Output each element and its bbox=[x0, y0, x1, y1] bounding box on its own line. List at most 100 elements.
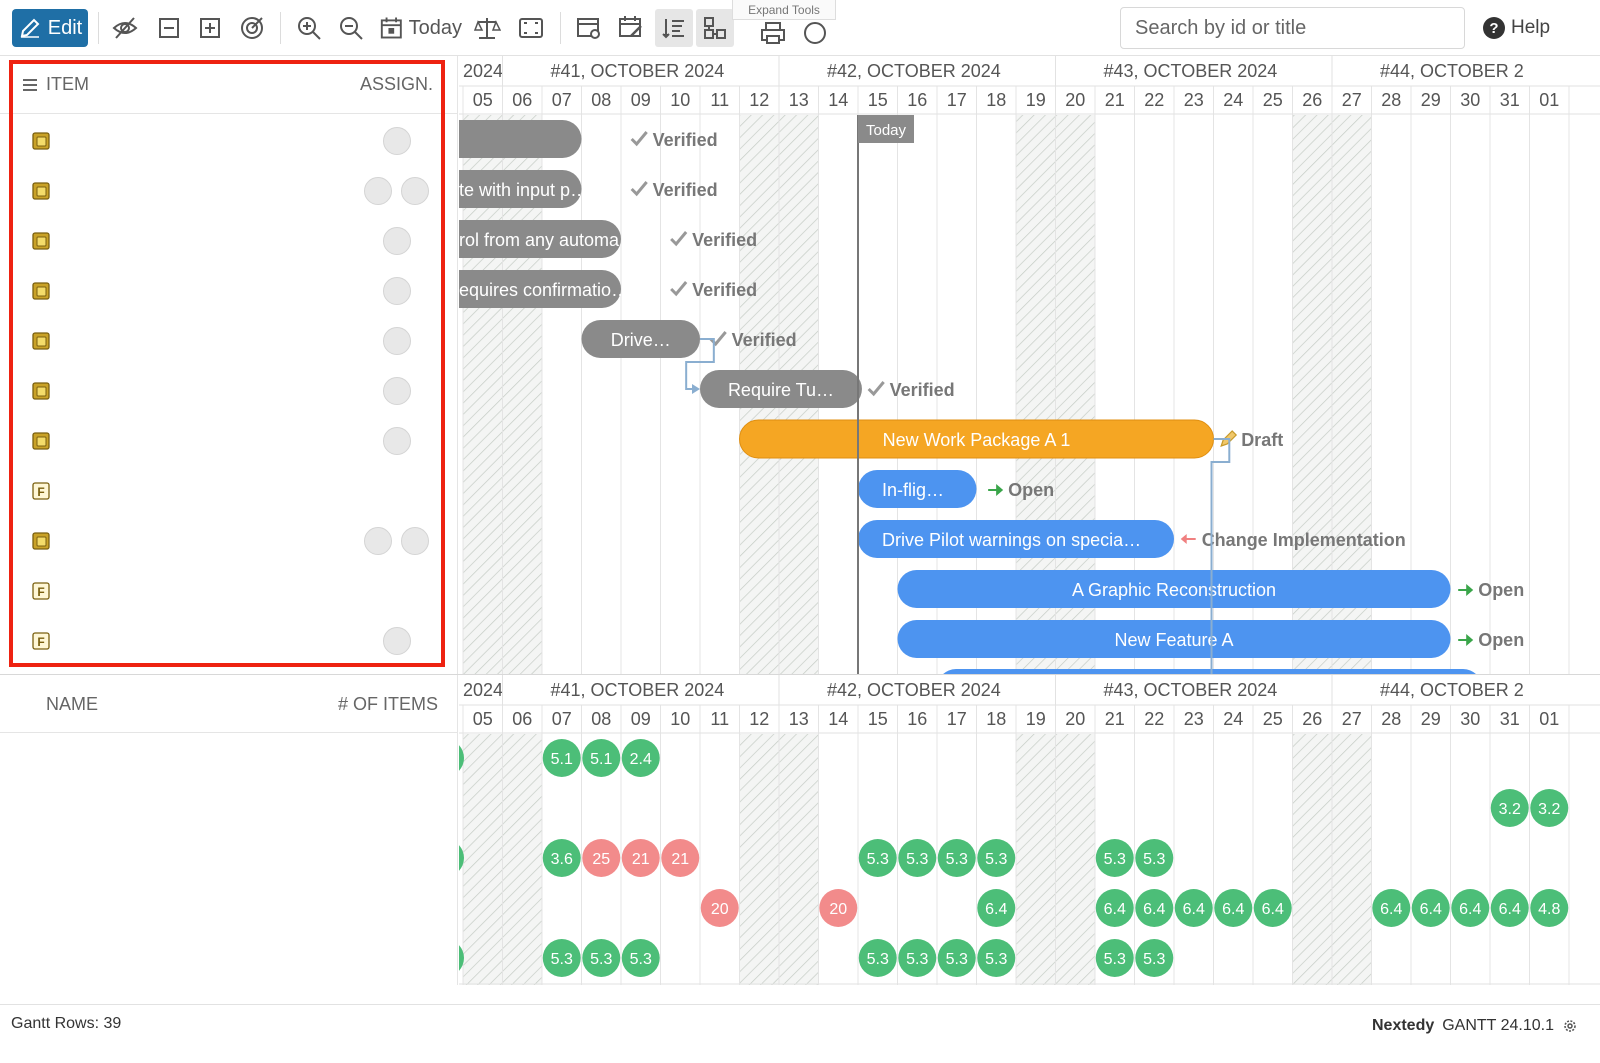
load-bubble[interactable]: 2.4 bbox=[621, 739, 660, 777]
zoom-in-button[interactable] bbox=[292, 9, 326, 47]
item-row[interactable] bbox=[0, 315, 458, 365]
name-column-header[interactable]: NAME bbox=[46, 694, 98, 715]
fit-screen-button[interactable] bbox=[514, 9, 548, 47]
load-bubble[interactable]: 5.3 bbox=[1135, 839, 1174, 877]
resource-row[interactable] bbox=[0, 785, 458, 835]
expand-all-button[interactable] bbox=[193, 9, 227, 47]
load-bubble[interactable]: 5.3 bbox=[977, 939, 1016, 977]
load-bubble[interactable]: 5.3 bbox=[898, 839, 937, 877]
load-bubble[interactable]: 5.1 bbox=[542, 739, 581, 777]
load-bubble[interactable]: 6.4 bbox=[1253, 889, 1292, 927]
assignee-avatar[interactable] bbox=[383, 277, 411, 305]
load-bubble[interactable]: 5.3 bbox=[1095, 939, 1134, 977]
hide-button[interactable] bbox=[108, 9, 142, 47]
gantt-bar[interactable]: Require Tu… bbox=[700, 370, 862, 408]
help-button[interactable]: ? Help bbox=[1483, 13, 1550, 43]
zoom-out-button[interactable] bbox=[334, 9, 368, 47]
gantt-bar[interactable]: In-flig… bbox=[858, 470, 977, 508]
assignee-avatar[interactable] bbox=[383, 327, 411, 355]
load-bubble[interactable]: 5.3 bbox=[542, 939, 581, 977]
item-row[interactable] bbox=[0, 265, 458, 315]
resource-row[interactable] bbox=[0, 735, 458, 785]
item-row[interactable] bbox=[0, 515, 458, 565]
load-bubble[interactable]: 21 bbox=[661, 839, 700, 877]
item-row[interactable] bbox=[0, 115, 458, 165]
gantt-bar-shape[interactable] bbox=[459, 120, 582, 158]
item-row[interactable]: F bbox=[0, 565, 458, 615]
collapse-all-button[interactable] bbox=[152, 9, 186, 47]
dependencies-button[interactable] bbox=[696, 9, 734, 47]
load-bubble[interactable]: 5.1 bbox=[582, 739, 621, 777]
gantt-bar[interactable]: rol from any automa… bbox=[459, 220, 637, 258]
load-bubble[interactable]: 5.3 bbox=[1095, 839, 1134, 877]
load-bubble[interactable]: 5.3 bbox=[858, 939, 897, 977]
item-row[interactable] bbox=[0, 365, 458, 415]
load-bubble[interactable]: 3.2 bbox=[1530, 789, 1569, 827]
gear-icon[interactable] bbox=[1562, 1018, 1578, 1034]
item-count-column-header[interactable]: # OF ITEMS bbox=[338, 694, 438, 715]
sort-button[interactable] bbox=[655, 9, 693, 47]
balance-button[interactable] bbox=[470, 9, 504, 47]
gantt-bar[interactable] bbox=[459, 120, 582, 158]
today-button[interactable]: Today bbox=[378, 9, 462, 47]
assign-column-header[interactable]: ASSIGN. bbox=[360, 74, 433, 95]
load-bubble[interactable]: 5.3 bbox=[898, 939, 937, 977]
edit-calendar-button[interactable] bbox=[614, 9, 648, 47]
item-row[interactable] bbox=[0, 415, 458, 465]
load-bubble[interactable]: 6.4 bbox=[1372, 889, 1411, 927]
print-button[interactable] bbox=[756, 14, 790, 52]
assignee-avatar[interactable] bbox=[383, 127, 411, 155]
load-bubble[interactable]: 6.4 bbox=[1490, 889, 1529, 927]
load-bubble[interactable]: 4.8 bbox=[1530, 889, 1569, 927]
load-bubble[interactable]: 5.3 bbox=[977, 839, 1016, 877]
item-row[interactable] bbox=[0, 165, 458, 215]
load-bubble[interactable]: 6.4 bbox=[1411, 889, 1450, 927]
load-bubble[interactable]: 5.3 bbox=[621, 939, 660, 977]
assignee-avatar[interactable] bbox=[364, 177, 392, 205]
load-bubble[interactable]: 6.4 bbox=[1214, 889, 1253, 927]
load-bubble[interactable]: 20 bbox=[819, 889, 858, 927]
gantt-bar[interactable]: Drive Pilot warnings on specia… bbox=[858, 520, 1174, 558]
load-bubble[interactable]: 6.4 bbox=[1174, 889, 1213, 927]
assignee-avatar[interactable] bbox=[383, 627, 411, 655]
item-column-header[interactable]: ITEM bbox=[22, 74, 89, 95]
assignee-avatar[interactable] bbox=[383, 427, 411, 455]
load-bubble[interactable]: 5.3 bbox=[582, 939, 621, 977]
calendar-settings-button[interactable] bbox=[572, 9, 606, 47]
focus-button[interactable] bbox=[235, 9, 269, 47]
refresh-button[interactable] bbox=[798, 14, 832, 52]
load-bubble[interactable]: 21 bbox=[621, 839, 660, 877]
load-bubble[interactable]: 5.3 bbox=[937, 939, 976, 977]
item-row[interactable]: F bbox=[0, 615, 458, 665]
load-bubble[interactable]: 5.3 bbox=[858, 839, 897, 877]
load-bubble[interactable]: 20 bbox=[700, 889, 739, 927]
assignee-avatar[interactable] bbox=[401, 177, 429, 205]
load-bubble[interactable]: 5.3 bbox=[937, 839, 976, 877]
gantt-bar[interactable]: New Work Package A 1 bbox=[739, 419, 1214, 459]
assignee-avatar[interactable] bbox=[401, 527, 429, 555]
assignee-avatar[interactable] bbox=[383, 227, 411, 255]
load-bubble[interactable]: 6.4 bbox=[977, 889, 1016, 927]
gantt-bar[interactable]: New Feature A bbox=[897, 620, 1451, 658]
gantt-bar[interactable]: A Graphic Reconstruction bbox=[897, 570, 1451, 608]
load-bubble[interactable]: 3.2 bbox=[1490, 789, 1529, 827]
load-bubble[interactable]: 5.3 bbox=[1135, 939, 1174, 977]
load-bubble[interactable]: 6.4 bbox=[1135, 889, 1174, 927]
resource-row[interactable] bbox=[0, 835, 458, 885]
edit-button[interactable]: Edit bbox=[12, 9, 88, 47]
search-input[interactable] bbox=[1120, 7, 1465, 49]
load-bubble[interactable]: 25 bbox=[582, 839, 621, 877]
item-row[interactable]: F bbox=[0, 465, 458, 515]
item-row[interactable] bbox=[0, 215, 458, 265]
resource-row[interactable] bbox=[0, 935, 458, 985]
load-bubble[interactable]: 3.6 bbox=[542, 839, 581, 877]
assignee-avatar[interactable] bbox=[383, 377, 411, 405]
gantt-bar[interactable]: Drive… bbox=[581, 320, 701, 358]
gantt-bar[interactable]: te with input p… bbox=[459, 170, 588, 208]
load-bubble[interactable]: 6.4 bbox=[1451, 889, 1490, 927]
gantt-bar[interactable]: equires confirmatio… bbox=[459, 270, 629, 308]
load-bubble[interactable]: 6.4 bbox=[1095, 889, 1134, 927]
menu-icon[interactable] bbox=[22, 78, 38, 92]
assignee-avatar[interactable] bbox=[364, 527, 392, 555]
resource-row[interactable] bbox=[0, 885, 458, 935]
